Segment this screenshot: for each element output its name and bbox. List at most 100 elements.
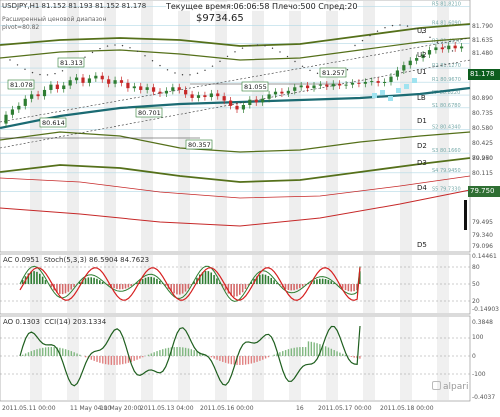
session-band [363, 1, 375, 251]
time-axis-label: 2011.05.18 00:00 [380, 405, 434, 412]
price-mark: 81.078 [8, 80, 34, 89]
parabolic-dot [167, 69, 168, 70]
chart-window: R5 81.8210R4 81.6090R3 81.4030R2 81.1270… [0, 0, 500, 413]
ac-bar [33, 271, 35, 284]
parabolic-dot [279, 51, 280, 52]
stoch-value: Stoch(5,3,3) 86.5904 84.7623 [44, 256, 149, 264]
ao-bar [25, 353, 26, 356]
ac-bar [182, 284, 184, 294]
ao-bar [265, 356, 266, 358]
price-axis-label: 79.495 [472, 219, 493, 226]
candle-body [338, 84, 341, 86]
candle-body [409, 61, 412, 65]
candle-body [56, 85, 59, 89]
price-mark: 81.257 [320, 68, 346, 77]
candle-body [460, 47, 463, 49]
level-tag: U3 [417, 27, 427, 35]
ac-bar [208, 271, 210, 284]
price-axis-label: 79.340 [472, 232, 493, 239]
parabolic-dot [452, 50, 453, 51]
parabolic-dot [137, 51, 138, 52]
ao-bar [259, 356, 260, 361]
ao-bar [162, 349, 163, 356]
forecast-marker [396, 88, 401, 93]
candle-body [11, 109, 14, 114]
candle-body [370, 81, 373, 82]
session-band [400, 1, 412, 251]
price-mark: 81.055 [242, 82, 268, 91]
price-cursor [464, 200, 467, 230]
brand-text: alpari [443, 382, 468, 392]
ao-bar [225, 356, 226, 363]
session-band [289, 317, 301, 400]
candle-body [434, 47, 437, 50]
ao-bar [168, 348, 169, 356]
candle-body [81, 78, 84, 83]
parabolic-dot [257, 44, 258, 45]
ao-bar [311, 342, 312, 356]
candle-body [146, 87, 149, 90]
ao-bar [331, 349, 332, 356]
ac-bar [102, 282, 104, 284]
price-axis-label: 80.890 [472, 95, 493, 102]
ao-bar [262, 356, 263, 360]
cci-value: CCI(14) 203.1334 [44, 318, 106, 326]
ac-bar [179, 284, 181, 295]
ao-bar [39, 348, 40, 356]
parabolic-dot [114, 44, 115, 45]
price-mark-text: 80.614 [42, 119, 65, 127]
parabolic-dot [219, 61, 220, 62]
candle-body [101, 76, 104, 80]
session-band [400, 317, 412, 400]
ac-bar [45, 280, 47, 284]
level-tag: D1 [417, 117, 427, 125]
ao-bar [239, 356, 240, 365]
ao-bar [65, 349, 66, 356]
ao-bar [79, 355, 80, 356]
ao-bar [165, 348, 166, 356]
candle-body [223, 96, 226, 100]
parabolic-dot [122, 45, 123, 46]
ao-value: AO 0.1303 [3, 318, 40, 326]
ac-bar [350, 284, 352, 292]
level-tag: D5 [417, 241, 427, 249]
ac-bar [93, 278, 95, 284]
ao-bar [125, 356, 126, 364]
ac-bar [268, 276, 270, 284]
ac-axis-label: 20 [472, 298, 480, 305]
level-tag: U1 [417, 68, 427, 76]
parabolic-dot [377, 31, 378, 32]
ao-bar [111, 356, 112, 365]
parabolic-dot [92, 52, 93, 53]
ac-bar [213, 275, 215, 284]
ac-bar [319, 279, 321, 284]
parabolic-dot [384, 27, 385, 28]
ac-bar [176, 284, 178, 294]
parabolic-dot [129, 47, 130, 48]
price-axis-label: 81.480 [472, 50, 493, 57]
ao-bar [102, 356, 103, 364]
session-band [252, 1, 264, 251]
pivot-title: Расширенный ценовой диапазон [2, 16, 106, 23]
session-band [289, 1, 301, 251]
pivot-label: S4 79.9450 [432, 168, 461, 174]
ac-bar [59, 284, 61, 294]
ac-bar [233, 284, 235, 297]
price-axis-label: 80.735 [472, 110, 493, 117]
time-axis-label: 2011.05.17 00:00 [318, 405, 372, 412]
ao-bar [336, 351, 337, 356]
ac-bar [148, 277, 150, 284]
parabolic-dot [414, 28, 415, 29]
candle-body [62, 86, 65, 90]
ao-bar [251, 356, 252, 364]
candle-body [441, 47, 444, 49]
account-balance: $9734.65 [196, 13, 244, 24]
price-axis-label: 79.096 [472, 243, 493, 250]
brand-icon [432, 381, 441, 390]
candle-body [216, 93, 219, 96]
ao-bar [28, 352, 29, 356]
price-chart-canvas[interactable]: R5 81.8210R4 81.6090R3 81.4030R2 81.1270… [0, 0, 500, 413]
ao-bar [42, 348, 43, 356]
pivot-label: R2 81.1270 [432, 63, 461, 69]
candle-body [36, 94, 39, 96]
